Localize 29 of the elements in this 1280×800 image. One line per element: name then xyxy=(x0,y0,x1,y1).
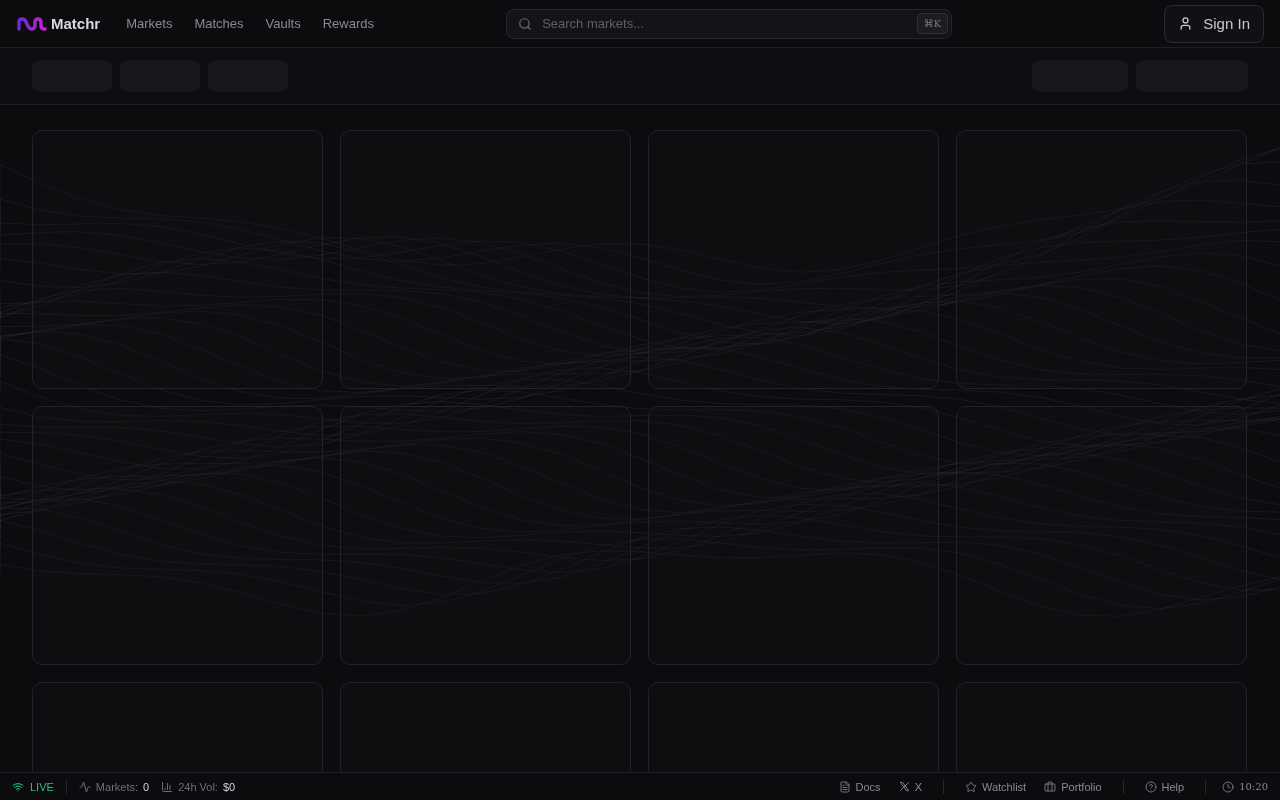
brand-name: Matchr xyxy=(51,15,101,32)
search-icon xyxy=(518,16,533,31)
x-logo-icon xyxy=(898,781,910,792)
logo-icon xyxy=(17,16,47,31)
stat-label: Markets: xyxy=(95,780,139,793)
sign-in-button[interactable]: Sign In xyxy=(1164,4,1264,43)
footer-link[interactable]: Docs xyxy=(838,780,881,793)
live-indicator: LIVE xyxy=(12,780,54,793)
nav-link[interactable]: Markets xyxy=(126,16,173,31)
document-icon xyxy=(838,780,851,793)
briefcase-icon xyxy=(1044,780,1057,793)
nav-link[interactable]: Rewards xyxy=(322,16,375,31)
user-icon xyxy=(1178,16,1194,31)
stat-value: $0 xyxy=(222,780,236,793)
star-icon xyxy=(964,780,977,793)
nav-link[interactable]: Matches xyxy=(194,16,244,31)
wifi-icon xyxy=(12,780,24,793)
clock-icon xyxy=(1222,780,1235,793)
stat-value: 0 xyxy=(143,780,150,793)
help-icon xyxy=(1144,780,1157,793)
footer-link[interactable]: Portfolio xyxy=(1044,780,1102,793)
footer-link[interactable]: Watchlist xyxy=(964,780,1027,793)
clock-time: 10:20 xyxy=(1222,780,1268,793)
activity-icon xyxy=(78,780,91,793)
nav-link[interactable]: Vaults xyxy=(265,16,301,31)
footer-link[interactable]: Help xyxy=(1144,780,1185,793)
stat-label: 24h Vol: xyxy=(178,780,218,793)
footer-link[interactable]: X xyxy=(898,780,922,793)
bar-chart-icon xyxy=(161,780,174,793)
